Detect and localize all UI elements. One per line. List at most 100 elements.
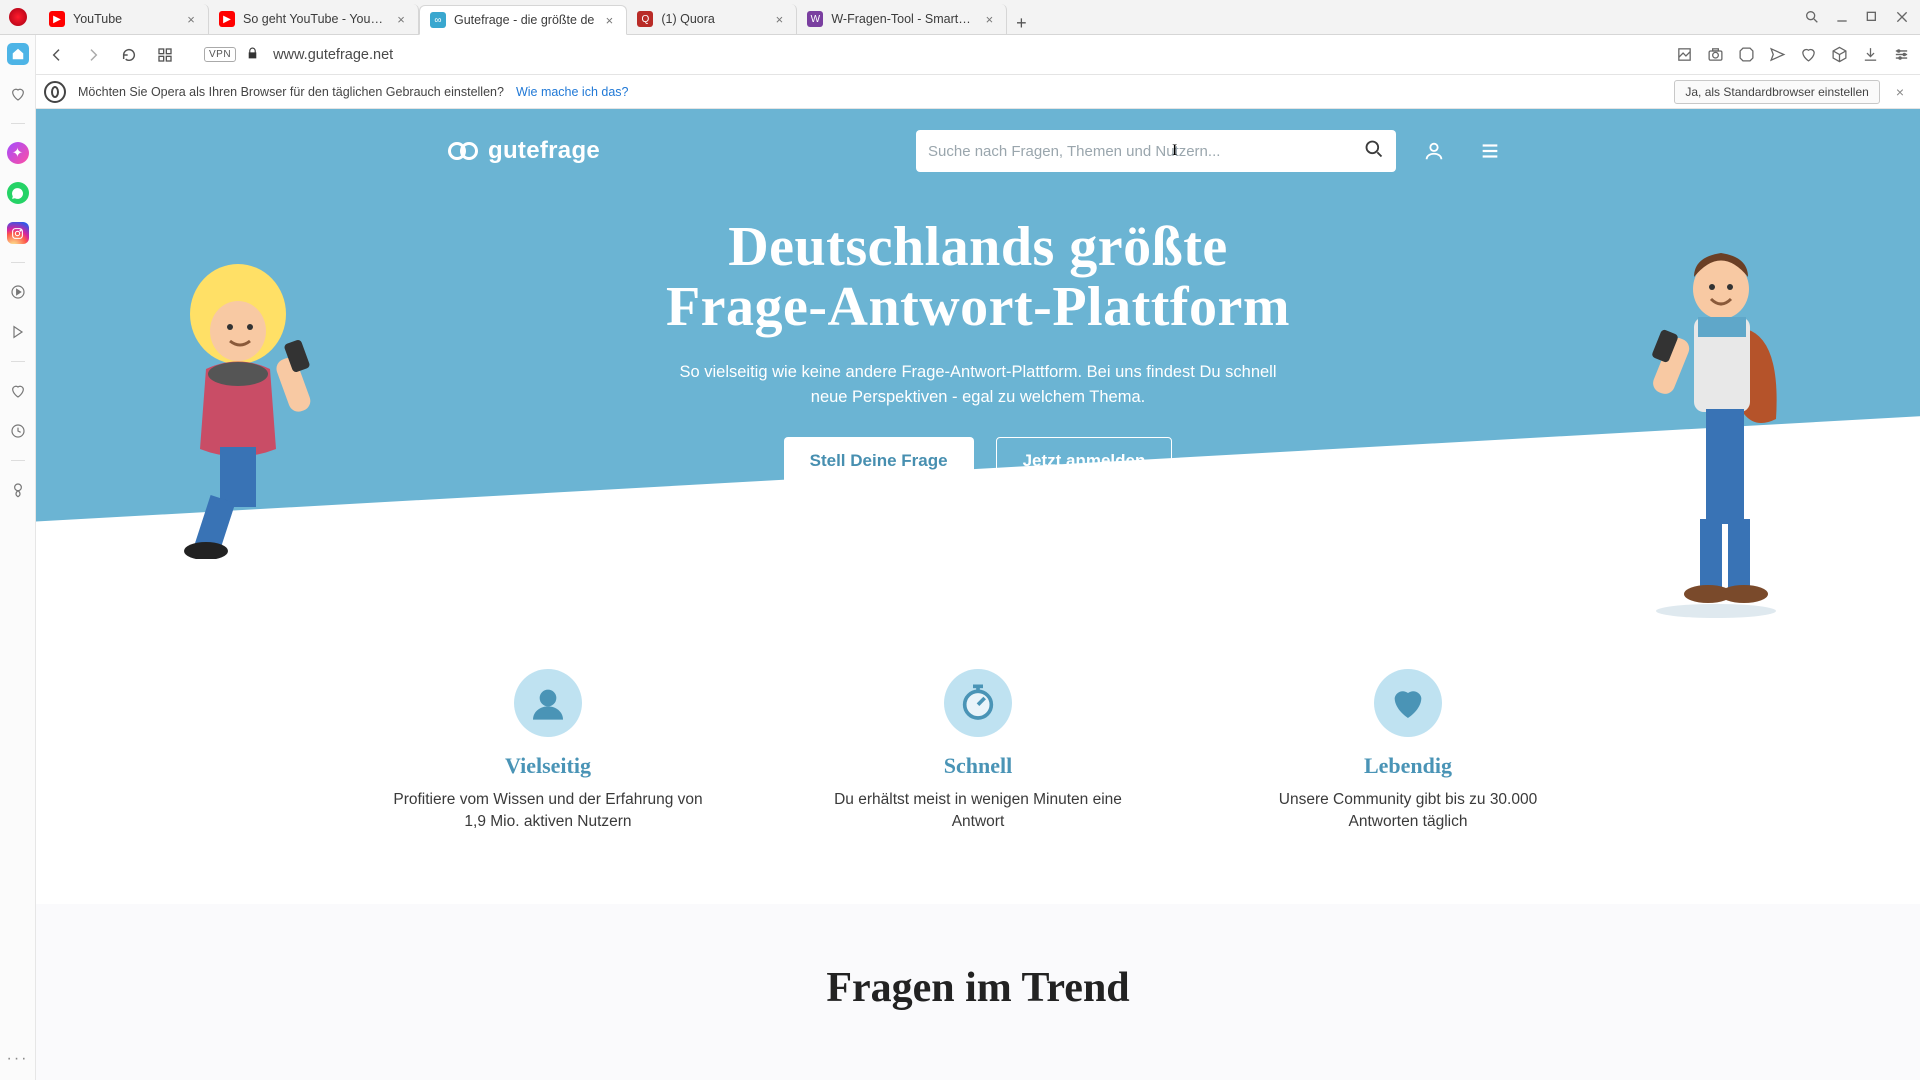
hero-content: Deutschlands größte Frage-Antwort-Plattf… [448, 217, 1508, 485]
hero-illustration-right [1616, 239, 1816, 619]
sidebar-bookmark-icon[interactable] [7, 83, 29, 105]
favicon-icon: W [807, 11, 823, 27]
hero-section: gutefrage I Deutschlands größte Frage-An… [36, 109, 1920, 579]
trend-heading: Fragen im Trend [36, 964, 1920, 1012]
feature-schnell: Schnell Du erhältst meist in wenigen Min… [823, 669, 1133, 834]
feature-desc: Profitiere vom Wissen und der Erfahrung … [393, 789, 703, 834]
menu-button[interactable] [1472, 133, 1508, 169]
tab-title: (1) Quora [661, 12, 764, 26]
forward-button[interactable] [80, 42, 106, 68]
page-viewport: gutefrage I Deutschlands größte Frage-An… [36, 109, 1920, 1080]
heart-icon[interactable] [1800, 46, 1817, 63]
search-input[interactable] [928, 143, 1364, 160]
feature-vielseitig: Vielseitig Profitiere vom Wissen und der… [393, 669, 703, 834]
close-window-icon[interactable] [1894, 9, 1910, 25]
back-button[interactable] [44, 42, 70, 68]
tab-gutefrage[interactable]: ∞ Gutefrage - die größte de × [419, 5, 627, 35]
close-icon[interactable]: × [772, 12, 786, 26]
tab-quora[interactable]: Q (1) Quora × [627, 4, 797, 34]
browser-sidebar: ✦ ··· [0, 35, 36, 1080]
browser-tab-strip: ▶ YouTube × ▶ So geht YouTube - YouTub ×… [0, 0, 1920, 35]
sidebar-instagram-icon[interactable] [7, 222, 29, 244]
send-icon[interactable] [1769, 46, 1786, 63]
close-icon[interactable]: × [982, 12, 996, 26]
opera-menu-button[interactable] [0, 0, 35, 34]
cube-icon[interactable] [1831, 46, 1848, 63]
default-browser-infobar: Möchten Sie Opera als Ihren Browser für … [0, 75, 1920, 109]
favicon-icon: ▶ [219, 11, 235, 27]
lock-icon[interactable] [246, 47, 259, 63]
search-icon[interactable] [1364, 139, 1384, 164]
feature-lebendig: Lebendig Unsere Community gibt bis zu 30… [1253, 669, 1563, 834]
vpn-badge[interactable]: VPN [204, 47, 236, 62]
hero-buttons: Stell Deine Frage Jetzt anmelden [448, 437, 1508, 485]
sidebar-messenger-icon[interactable]: ✦ [7, 142, 29, 164]
favicon-icon: ▶ [49, 11, 65, 27]
tab-wfragen[interactable]: W W-Fragen-Tool - Smarte k × [797, 4, 1007, 34]
trend-section: Fragen im Trend [36, 904, 1920, 1080]
hero-subtitle: So vielseitig wie keine andere Frage-Ant… [668, 360, 1288, 410]
reload-button[interactable] [116, 42, 142, 68]
address-bar-row: VPN www.gutefrage.net [0, 35, 1920, 75]
opera-logo-icon [44, 81, 66, 103]
close-icon[interactable]: × [602, 13, 616, 27]
feature-desc: Du erhältst meist in wenigen Minuten ein… [823, 789, 1133, 834]
tabs-container: ▶ YouTube × ▶ So geht YouTube - YouTub ×… [35, 0, 1794, 34]
search-tabs-icon[interactable] [1804, 9, 1820, 25]
text-cursor-icon: I [1172, 142, 1177, 160]
infobar-close-icon[interactable]: × [1892, 84, 1908, 100]
infobar-text: Möchten Sie Opera als Ihren Browser für … [78, 85, 504, 99]
sidebar-whatsapp-icon[interactable] [7, 182, 29, 204]
sidebar-heart-icon[interactable] [7, 380, 29, 402]
feature-user-icon [514, 669, 582, 737]
download-icon[interactable] [1862, 46, 1879, 63]
sidebar-history-icon[interactable] [7, 420, 29, 442]
feature-title: Schnell [823, 753, 1133, 779]
maximize-icon[interactable] [1864, 9, 1880, 25]
hero-title: Deutschlands größte Frage-Antwort-Plattf… [448, 217, 1508, 338]
feature-title: Lebendig [1253, 753, 1563, 779]
camera-icon[interactable] [1707, 46, 1724, 63]
ask-question-button[interactable]: Stell Deine Frage [784, 437, 974, 485]
features-section: Vielseitig Profitiere vom Wissen und der… [36, 579, 1920, 904]
feature-title: Vielseitig [393, 753, 703, 779]
login-button[interactable]: Jetzt anmelden [996, 437, 1173, 485]
feature-heart-icon [1374, 669, 1442, 737]
new-tab-button[interactable]: + [1007, 13, 1035, 34]
sidebar-more-icon[interactable]: ··· [7, 1050, 29, 1068]
set-default-button[interactable]: Ja, als Standardbrowser einstellen [1674, 80, 1879, 104]
window-controls [1794, 0, 1920, 34]
tab-title: YouTube [73, 12, 176, 26]
page-scroll[interactable]: gutefrage I Deutschlands größte Frage-An… [36, 109, 1920, 1080]
user-button[interactable] [1416, 133, 1452, 169]
site-topbar: gutefrage I [448, 109, 1508, 187]
adblock-icon[interactable] [1738, 46, 1755, 63]
hero-illustration-left [158, 259, 338, 559]
tab-youtube[interactable]: ▶ YouTube × [39, 4, 209, 34]
brand[interactable]: gutefrage [448, 137, 600, 165]
hero-title-line1: Deutschlands größte [728, 216, 1228, 278]
infobar-help-link[interactable]: Wie mache ich das? [516, 85, 629, 99]
sidebar-home-icon[interactable] [7, 43, 29, 65]
favicon-icon: Q [637, 11, 653, 27]
sidebar-pinboard-icon[interactable] [7, 479, 29, 501]
easy-setup-icon[interactable] [1893, 46, 1910, 63]
site-search[interactable]: I [916, 130, 1396, 172]
sidebar-player-icon[interactable] [7, 281, 29, 303]
minimize-icon[interactable] [1834, 9, 1850, 25]
favicon-icon: ∞ [430, 12, 446, 28]
tab-so-geht-youtube[interactable]: ▶ So geht YouTube - YouTub × [209, 4, 419, 34]
hero-title-line2: Frage-Antwort-Plattform [666, 276, 1290, 338]
close-icon[interactable]: × [394, 12, 408, 26]
feature-desc: Unsere Community gibt bis zu 30.000 Antw… [1253, 789, 1563, 834]
sidebar-flow-icon[interactable] [7, 321, 29, 343]
tab-title: Gutefrage - die größte de [454, 13, 594, 27]
address-field[interactable]: www.gutefrage.net [269, 47, 1666, 63]
close-icon[interactable]: × [184, 12, 198, 26]
address-actions [1676, 46, 1910, 63]
tab-title: So geht YouTube - YouTub [243, 12, 386, 26]
brand-logo-icon [448, 142, 478, 160]
tab-title: W-Fragen-Tool - Smarte k [831, 12, 974, 26]
snapshot-icon[interactable] [1676, 46, 1693, 63]
speed-dial-button[interactable] [152, 42, 178, 68]
